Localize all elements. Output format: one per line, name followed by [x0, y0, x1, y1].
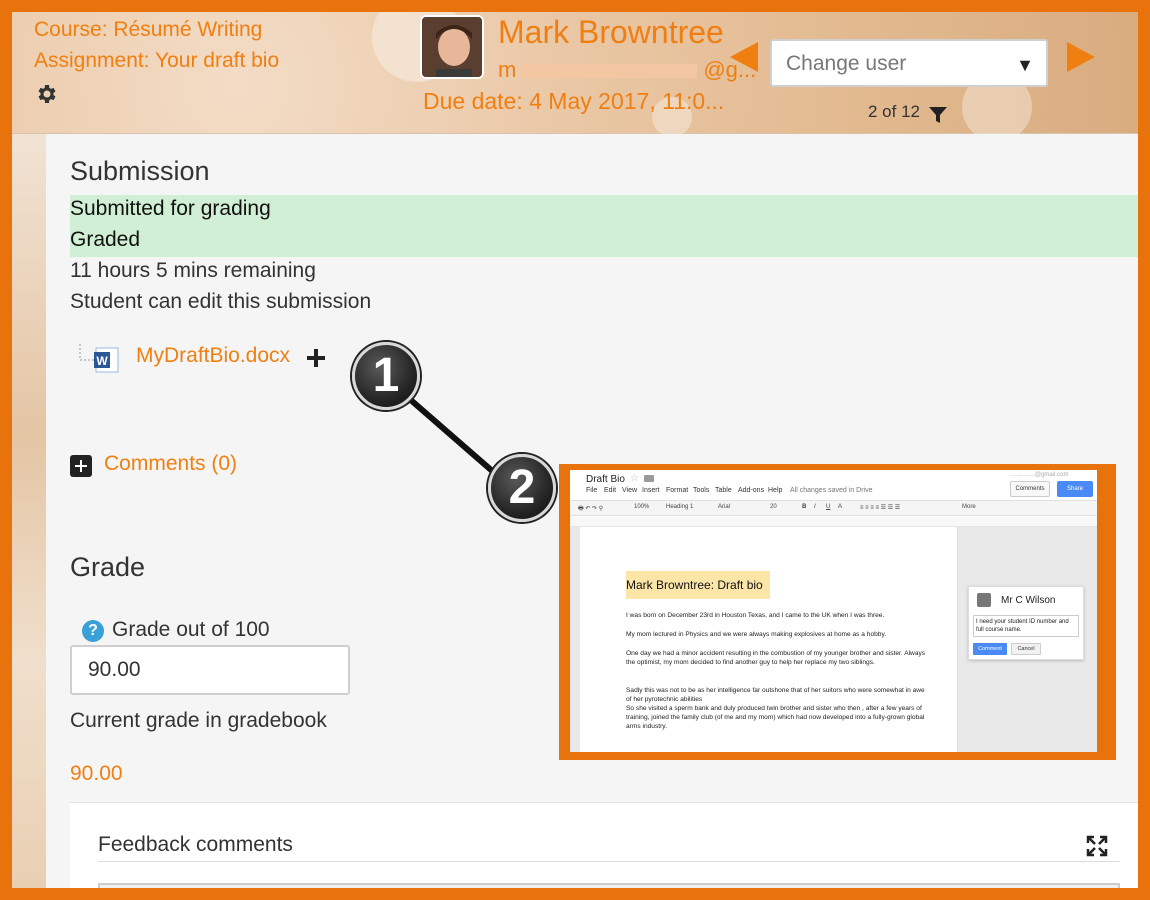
assignment-link[interactable]: Assignment: Your draft bio: [34, 49, 279, 73]
avatar[interactable]: [420, 15, 484, 79]
svg-text:W: W: [96, 354, 108, 368]
menu-view: View: [622, 487, 638, 494]
comment-submit-button: Comment: [973, 643, 1007, 655]
commenter-name: Mr C Wilson: [1001, 595, 1056, 606]
help-icon[interactable]: ?: [82, 620, 104, 642]
feedback-panel: Feedback comments: [70, 802, 1138, 888]
toolbar-font: Arial: [718, 504, 731, 510]
toolbar-color: A: [838, 504, 843, 510]
menu-addons: Add-ons: [738, 487, 765, 494]
menu-file: File: [586, 487, 598, 494]
doc-paragraph: I was born on December 23rd in Houston T…: [626, 612, 885, 619]
callout-badge-2: 2: [488, 454, 556, 522]
menu-table: Table: [715, 487, 732, 494]
toolbar-more: More: [962, 504, 976, 510]
file-link[interactable]: MyDraftBio.docx: [136, 344, 290, 368]
feedback-label: Feedback comments: [98, 833, 293, 856]
divider: [98, 861, 1120, 862]
menu-help: Help: [768, 487, 783, 494]
comment-text: I need your student ID number and full c…: [973, 615, 1079, 637]
toolbar-zoom: 100%: [634, 504, 650, 510]
gradebook-value: 90.00: [70, 762, 123, 785]
save-status: All changes saved in Drive: [790, 487, 873, 494]
menu-edit: Edit: [604, 487, 617, 494]
user-email: m @g...: [498, 57, 756, 83]
grade-input[interactable]: [70, 645, 350, 695]
toolbar-italic: I: [814, 504, 816, 510]
toolbar-style: Heading 1: [666, 504, 694, 510]
edit-note: Student can edit this submission: [70, 290, 372, 313]
course-link[interactable]: Course: Résumé Writing: [34, 18, 262, 42]
pager-count: 2 of 12: [868, 102, 920, 121]
doc-ruler: [570, 517, 1097, 527]
status-graded: Graded: [70, 228, 141, 251]
change-user-placeholder: Change user: [786, 52, 907, 75]
toolbar-bold: B: [802, 504, 807, 510]
chevron-down-icon: ▼: [1016, 55, 1034, 75]
comment-cancel-button: Cancel: [1011, 643, 1041, 655]
gradebook-label: Current grade in gradebook: [70, 709, 327, 732]
submission-title: Submission: [70, 156, 210, 186]
google-doc-screenshot: Draft Bio ☆ ...............@gmail.com Fi…: [570, 470, 1097, 752]
filter-icon[interactable]: [928, 105, 948, 125]
menu-tools: Tools: [693, 487, 710, 494]
toolbar-size: 20: [770, 504, 777, 510]
prev-arrow-icon[interactable]: [730, 42, 758, 72]
header: Course: Résumé Writing Assignment: Your …: [12, 12, 1138, 142]
plus-icon[interactable]: [306, 348, 326, 368]
doc-toolbar: 🖶 ↶ ↷ ⚲ 100% Heading 1 Arial 20 B I U A …: [570, 500, 1097, 516]
status-submitted: Submitted for grading: [70, 197, 271, 220]
grade-title: Grade: [70, 552, 146, 582]
expand-icon[interactable]: [70, 455, 92, 477]
doc-comments-button: Comments: [1010, 481, 1050, 497]
doc-comment-box: Mr C Wilson I need your student ID numbe…: [968, 586, 1084, 660]
menu-insert: Insert: [642, 487, 660, 494]
menu-format: Format: [666, 487, 689, 494]
toolbar-icons: 🖶 ↶ ↷ ⚲: [578, 506, 604, 512]
next-arrow-icon[interactable]: [1067, 42, 1095, 72]
toolbar-align-icons: ≡ ≡ ≡ ≡ ☰ ☰ ☰: [860, 505, 901, 511]
doc-paragraph: So she visited a sperm bank and duly pro…: [626, 705, 925, 730]
due-date: Due date: 4 May 2017, 11:0...: [423, 88, 725, 114]
user-photo: [422, 17, 482, 77]
document-preview[interactable]: Draft Bio ☆ ...............@gmail.com Fi…: [559, 464, 1116, 760]
grade-label: Grade out of 100: [112, 618, 270, 641]
callout-badge-1: 1: [352, 342, 420, 410]
email-redaction: [522, 64, 698, 79]
gear-icon[interactable]: [34, 82, 58, 106]
time-remaining: 11 hours 5 mins remaining: [70, 259, 316, 282]
folder-icon: [644, 475, 654, 482]
email-start: m: [498, 57, 517, 82]
comments-link[interactable]: Comments (0): [104, 452, 237, 476]
commenter-avatar: [977, 593, 991, 607]
word-file-icon: W: [79, 344, 119, 373]
feedback-editor[interactable]: [98, 883, 1120, 888]
doc-page: Mark Browntree: Draft bio I was born on …: [580, 527, 958, 752]
doc-heading: Mark Browntree: Draft bio: [626, 571, 770, 599]
toolbar-underline: U: [826, 504, 831, 510]
star-icon: ☆: [630, 473, 639, 484]
fullscreen-icon[interactable]: [1086, 835, 1108, 857]
user-name[interactable]: Mark Browntree: [498, 14, 724, 51]
account-email: ...............@gmail.com: [1010, 472, 1069, 478]
doc-paragraph: My mom lectured in Physics and we were a…: [626, 631, 887, 638]
change-user-select[interactable]: Change user ▼: [770, 39, 1048, 87]
left-gutter: [12, 134, 46, 888]
doc-share-button: Share: [1057, 481, 1093, 497]
doc-paragraph: One day we had a minor accident resultin…: [626, 650, 926, 666]
doc-title: Draft Bio: [586, 474, 625, 485]
doc-paragraph: Sadly this was not to be as her intellig…: [626, 687, 925, 703]
